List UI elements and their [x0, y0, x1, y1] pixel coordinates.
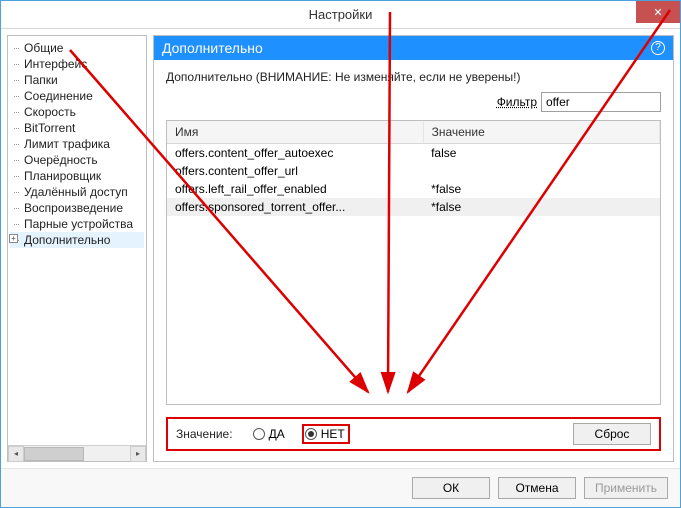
table-row[interactable]: offers.content_offer_url	[167, 162, 660, 180]
filter-input[interactable]	[541, 92, 661, 112]
cell-name: offers.content_offer_autoexec	[167, 144, 423, 163]
sidebar-item[interactable]: Соединение	[10, 88, 144, 104]
cell-name: offers.content_offer_url	[167, 162, 423, 180]
main-panel: Дополнительно ? Дополнительно (ВНИМАНИЕ:…	[153, 35, 674, 462]
sidebar-item[interactable]: Папки	[10, 72, 144, 88]
sidebar-item[interactable]: BitTorrent	[10, 120, 144, 136]
radio-yes[interactable]: ДА	[253, 427, 285, 441]
cell-name: offers.sponsored_torrent_offer...	[167, 198, 423, 216]
sidebar-item[interactable]: Общие	[10, 40, 144, 56]
scroll-left-icon[interactable]: ◂	[8, 446, 24, 462]
cell-value	[423, 162, 659, 180]
sidebar-item[interactable]: Воспроизведение	[10, 200, 144, 216]
panel-title: Дополнительно	[162, 40, 263, 56]
apply-button[interactable]: Применить	[584, 477, 668, 499]
table-row[interactable]: offers.content_offer_autoexecfalse	[167, 144, 660, 163]
sidebar-item[interactable]: Лимит трафика	[10, 136, 144, 152]
scroll-right-icon[interactable]: ▸	[130, 446, 146, 462]
value-label: Значение:	[176, 427, 233, 441]
cell-value: *false	[423, 198, 659, 216]
reset-button[interactable]: Сброс	[573, 423, 651, 445]
table-row[interactable]: offers.left_rail_offer_enabled*false	[167, 180, 660, 198]
window-title: Настройки	[309, 7, 373, 22]
close-icon: ✕	[653, 6, 662, 19]
filter-label: Фильтр	[497, 95, 537, 109]
radio-no-label: НЕТ	[321, 427, 345, 441]
cancel-button[interactable]: Отмена	[498, 477, 576, 499]
sidebar-item[interactable]: Скорость	[10, 104, 144, 120]
sidebar: ОбщиеИнтерфейсПапкиСоединениеСкоростьBit…	[7, 35, 147, 462]
sidebar-item[interactable]: Дополнительно+	[10, 232, 144, 248]
ok-button[interactable]: ОК	[412, 477, 490, 499]
cell-name: offers.left_rail_offer_enabled	[167, 180, 423, 198]
sidebar-item[interactable]: Удалённый доступ	[10, 184, 144, 200]
settings-table: Имя Значение offers.content_offer_autoex…	[166, 120, 661, 405]
help-icon[interactable]: ?	[651, 41, 665, 55]
category-tree: ОбщиеИнтерфейсПапкиСоединениеСкоростьBit…	[8, 36, 146, 445]
warning-text: Дополнительно (ВНИМАНИЕ: Не изменяйте, е…	[166, 70, 661, 84]
sidebar-item[interactable]: Планировщик	[10, 168, 144, 184]
dialog-footer: ОК Отмена Применить	[1, 468, 680, 507]
sidebar-scrollbar[interactable]: ◂ ▸	[8, 445, 146, 461]
value-row: Значение: ДА НЕТ Сброс	[166, 417, 661, 451]
sidebar-item[interactable]: Парные устройства	[10, 216, 144, 232]
scroll-thumb[interactable]	[24, 447, 84, 461]
sidebar-item[interactable]: Очерёдность	[10, 152, 144, 168]
column-name[interactable]: Имя	[167, 121, 423, 144]
cell-value: false	[423, 144, 659, 163]
column-value[interactable]: Значение	[423, 121, 659, 144]
radio-yes-label: ДА	[269, 427, 285, 441]
titlebar: Настройки ✕	[1, 1, 680, 29]
radio-circle-icon	[253, 428, 265, 440]
panel-header: Дополнительно ?	[154, 36, 673, 60]
cell-value: *false	[423, 180, 659, 198]
expand-icon[interactable]: +	[9, 234, 18, 243]
radio-no[interactable]: НЕТ	[305, 427, 347, 441]
table-row[interactable]: offers.sponsored_torrent_offer...*false	[167, 198, 660, 216]
close-button[interactable]: ✕	[636, 1, 680, 23]
sidebar-item[interactable]: Интерфейс	[10, 56, 144, 72]
radio-circle-icon	[305, 428, 317, 440]
